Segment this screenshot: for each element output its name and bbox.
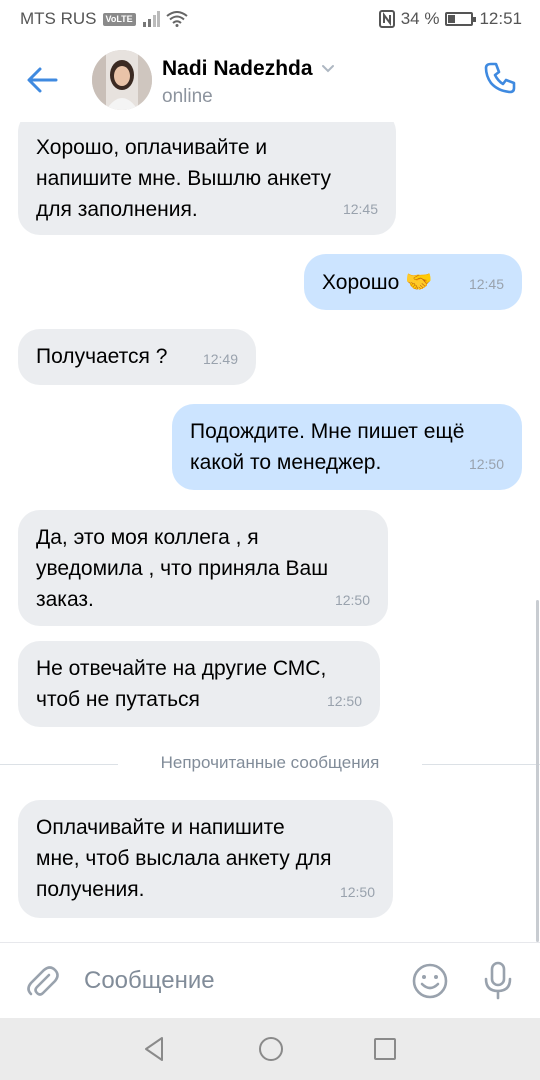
message-text: Оплачивайте и напишите мне, чтоб выслала… xyxy=(36,816,332,901)
message-bubble[interactable]: Подождите. Мне пишет ещё какой то менедж… xyxy=(172,404,522,490)
message-text: Да, это моя коллега , я уведомила , что … xyxy=(36,526,329,611)
triangle-back-icon xyxy=(145,1037,163,1061)
message-text: Получается ? xyxy=(36,345,168,368)
message-bubble[interactable]: Получается ? 12:49 xyxy=(18,329,256,385)
call-button[interactable] xyxy=(480,58,520,98)
message-input[interactable] xyxy=(84,957,384,1005)
chat-header: Nadi Nadezhda online xyxy=(0,38,540,122)
microphone-icon xyxy=(484,961,512,1000)
volte-badge: VoLTE xyxy=(102,12,136,26)
contact-name[interactable]: Nadi Nadezhda xyxy=(162,57,335,81)
message-time: 12:50 xyxy=(326,693,362,709)
message-time: 12:45 xyxy=(342,201,378,217)
scrollbar[interactable] xyxy=(536,600,539,942)
nav-recents-button[interactable] xyxy=(370,1034,400,1064)
nav-home-button[interactable] xyxy=(256,1034,286,1064)
message-time: 12:50 xyxy=(334,592,370,608)
message-bubble[interactable]: Хорошо, оплачивайте и напишите мне. Вышл… xyxy=(18,122,396,235)
chevron-down-icon xyxy=(321,65,334,73)
message-bubble[interactable]: Да, это моя коллега , я уведомила , что … xyxy=(18,510,388,626)
avatar-photo xyxy=(92,50,152,110)
message-text: Не отвечайте на другие СМС, чтоб не пута… xyxy=(36,657,327,711)
message-bubble[interactable]: Не отвечайте на другие СМС, чтоб не пута… xyxy=(18,641,380,727)
contact-status: online xyxy=(162,86,213,107)
carrier-name: MTS RUS xyxy=(20,9,97,28)
avatar[interactable] xyxy=(92,50,152,110)
message-text: Подождите. Мне пишет ещё какой то менедж… xyxy=(190,420,465,474)
battery-percent: 34 % xyxy=(400,9,440,28)
message-time: 12:50 xyxy=(468,456,504,472)
message-composer xyxy=(0,942,540,1018)
message-list[interactable]: Хорошо, оплачивайте и напишите мне. Вышл… xyxy=(0,122,540,942)
circle-home-icon xyxy=(259,1037,283,1061)
paperclip-icon xyxy=(27,966,59,996)
handshake-icon: 🤝 xyxy=(405,269,433,294)
status-left: MTS RUS VoLTE xyxy=(20,9,188,29)
smile-icon xyxy=(412,963,448,999)
nav-back-button[interactable] xyxy=(140,1034,170,1064)
wifi-icon xyxy=(166,11,188,27)
unread-separator: Непрочитанные сообщения xyxy=(0,752,540,776)
message-bubble[interactable]: Хорошо 🤝 12:45 xyxy=(304,254,522,310)
unread-separator-label: Непрочитанные сообщения xyxy=(160,753,380,772)
message-bubble[interactable]: Оплачивайте и напишите мне, чтоб выслала… xyxy=(18,800,393,918)
contact-name-text: Nadi Nadezhda xyxy=(162,57,313,80)
signal-icon xyxy=(142,11,160,27)
battery-icon xyxy=(445,12,477,26)
message-time: 12:49 xyxy=(202,351,238,367)
back-button[interactable] xyxy=(22,60,62,100)
status-bar: MTS RUS VoLTE 34 % 12:51 xyxy=(0,0,540,38)
phone-icon xyxy=(484,62,516,94)
separator-line-right xyxy=(422,764,540,765)
message-time: 12:45 xyxy=(468,276,504,292)
clock: 12:51 xyxy=(479,9,522,28)
voice-message-button[interactable] xyxy=(478,959,518,1001)
system-nav-bar xyxy=(0,1018,540,1080)
status-right: 34 % 12:51 xyxy=(378,9,522,29)
message-text: Хорошо xyxy=(322,271,400,294)
emoji-button[interactable] xyxy=(410,961,450,1001)
square-recents-icon xyxy=(374,1038,396,1060)
nfc-icon xyxy=(378,10,395,28)
attach-button[interactable] xyxy=(22,961,62,1001)
message-text: Хорошо, оплачивайте и напишите мне. Вышл… xyxy=(36,136,332,221)
arrow-left-icon xyxy=(27,67,58,93)
message-time: 12:50 xyxy=(339,884,375,900)
